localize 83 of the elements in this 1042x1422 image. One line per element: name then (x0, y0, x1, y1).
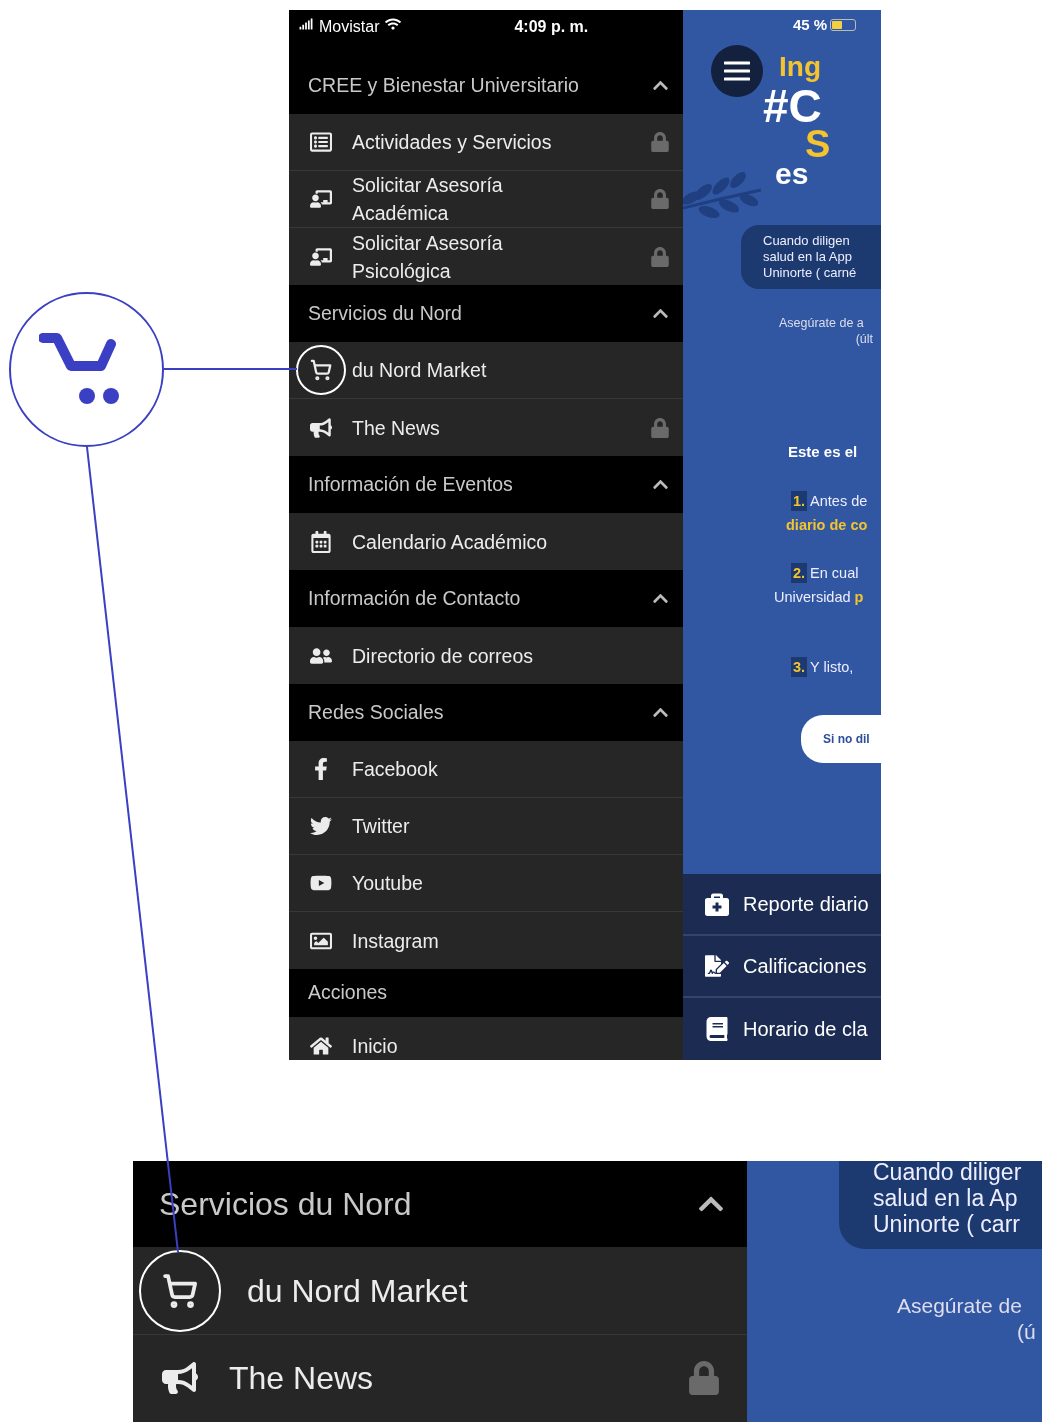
menu-button[interactable] (711, 44, 763, 97)
menu-item-label: du Nord Market (352, 358, 487, 383)
step-text: Universidad (774, 588, 852, 607)
menu-item[interactable]: Actividades y Servicios (289, 114, 683, 171)
bottom-menu-label: Horario de cla (743, 1017, 868, 1042)
carrier-name: Movistar (319, 17, 380, 37)
home-icon (310, 1034, 332, 1057)
step-text: p (854, 588, 864, 607)
bottom-menu-label: Calificaciones (743, 954, 867, 979)
wifi-icon (385, 16, 402, 32)
menu-item-label: Calendario Académico (352, 529, 548, 555)
cart-icon (310, 359, 332, 381)
book-icon (705, 1017, 729, 1041)
menu-item-label: Twitter (352, 814, 410, 839)
step-text: En cual (810, 564, 859, 583)
list-icon (310, 131, 332, 153)
menu-item[interactable]: Directorio de correos (289, 627, 683, 684)
bottom-menu-item[interactable]: Horario de cla (683, 998, 881, 1060)
menu-item-label: Directorio de correos (352, 643, 533, 669)
menu-item[interactable]: The News (133, 1334, 747, 1422)
headline-text: Ing (779, 52, 822, 81)
document-icon (705, 954, 729, 978)
action-button[interactable]: Si no dil (801, 715, 881, 763)
intro-text: Este es el (788, 441, 859, 462)
note-text: Asegúrate de (897, 1293, 1023, 1319)
battery-icon (830, 19, 857, 32)
menu-item[interactable]: Twitter (289, 798, 683, 855)
step-number: 3. (791, 657, 808, 677)
section-title: Acciones (308, 980, 388, 1006)
megaphone-icon (310, 416, 332, 439)
step-text: Antes de (810, 492, 868, 511)
megaphone-icon (162, 1360, 198, 1397)
section-title: Servicios du Nord (308, 300, 462, 326)
menu-item-label: The News (352, 415, 440, 441)
menu-item[interactable]: Facebook (289, 741, 683, 798)
menu-item[interactable]: Solicitar Asesoría Psicológica (289, 228, 683, 285)
bottom-menu-label: Reporte diario (743, 892, 869, 917)
menu-icon (724, 60, 750, 81)
pill-text: Uninorte ( carr (873, 1211, 1021, 1237)
person-board-icon (310, 245, 332, 268)
medkit-icon (705, 892, 729, 916)
battery-percent: 45 % (793, 15, 828, 35)
note-text: (últ (855, 330, 873, 347)
note-text: Asegúrate de a (779, 314, 864, 331)
menu-item[interactable]: Instagram (289, 912, 683, 969)
pill-text: salud en la Ap (873, 1185, 1019, 1211)
menu-item-label: The News (229, 1359, 374, 1399)
pill-text: Cuando diliger (873, 1161, 1023, 1185)
step-number: 1. (791, 491, 808, 511)
note-text: (ú (1017, 1319, 1037, 1345)
menu-item-label: Instagram (352, 928, 439, 954)
step-text: diario de co (786, 516, 868, 535)
pill-text: Uninorte ( carné (763, 264, 858, 281)
signal-icon (299, 17, 313, 31)
section-title: CREE y Bienestar Universitario (308, 72, 579, 98)
step-number: 2. (791, 563, 808, 583)
menu-item[interactable]: du Nord Market (133, 1247, 747, 1335)
step-text: Y listo, (810, 658, 854, 677)
cart-icon (162, 1272, 198, 1309)
pill-text: salud en la App (763, 248, 853, 265)
menu-item-label: Inicio (352, 1033, 398, 1059)
menu-item[interactable]: Inicio (289, 1017, 683, 1060)
menu-item-label: Youtube (352, 871, 423, 896)
menu-item-label: Solicitar Asesoría Psicológica (352, 230, 504, 284)
clock-time: 4:09 p. m. (514, 17, 589, 37)
menu-item-label: Facebook (352, 757, 438, 782)
section-title: Información de Contacto (308, 585, 521, 611)
pill-text: Cuando diligen (763, 232, 851, 249)
menu-item[interactable]: Calendario Académico (289, 513, 683, 570)
menu-item[interactable]: du Nord Market (289, 342, 683, 399)
menu-item-label: Actividades y Servicios (352, 130, 552, 155)
section-title: Información de Eventos (308, 471, 513, 497)
bottom-menu-item[interactable]: Reporte diario (683, 874, 881, 936)
calendar-icon (310, 530, 332, 553)
twitter-icon (310, 815, 332, 837)
menu-item[interactable]: The News (289, 399, 683, 456)
menu-item-label: du Nord Market (247, 1271, 468, 1311)
menu-item[interactable]: Solicitar Asesoría Académica (289, 171, 683, 228)
menu-item-label: Solicitar Asesoría Académica (352, 173, 504, 226)
bottom-menu-item[interactable]: Calificaciones (683, 936, 881, 998)
person-board-icon (310, 188, 332, 210)
section-title: Redes Sociales (308, 699, 444, 725)
menu-item[interactable]: Youtube (289, 855, 683, 912)
